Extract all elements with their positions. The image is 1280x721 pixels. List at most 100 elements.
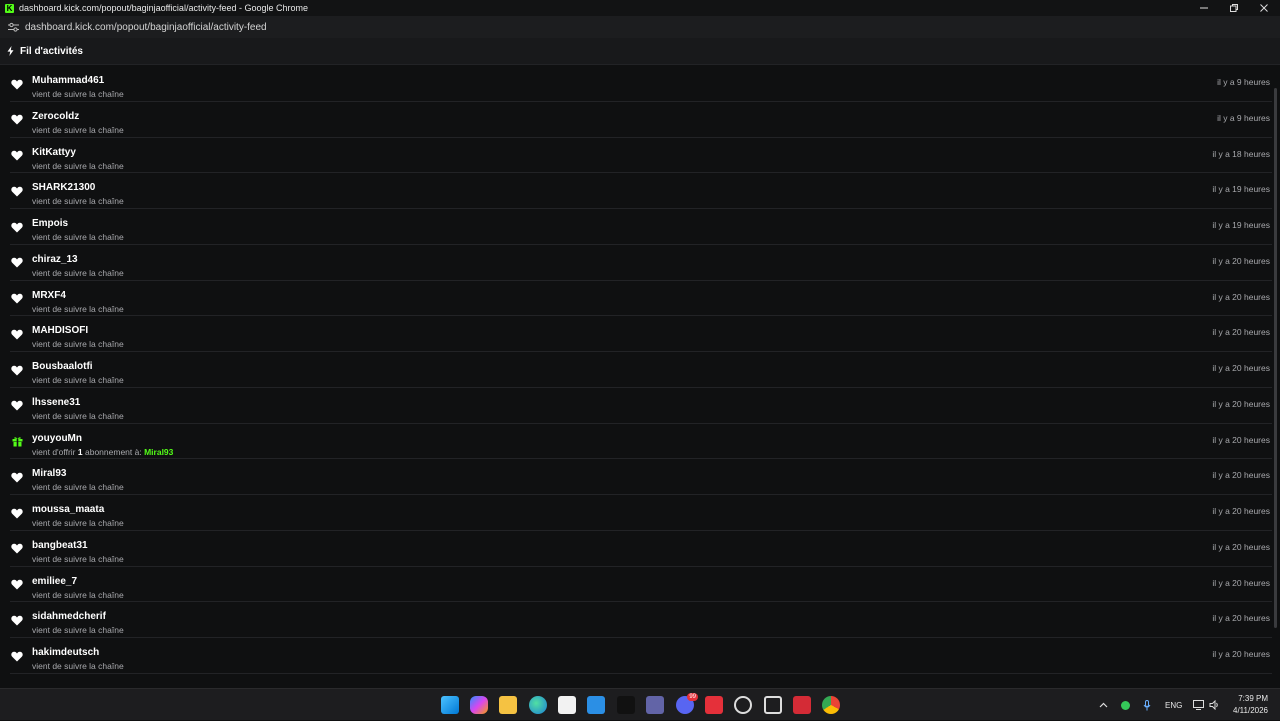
chevron-up-icon	[1099, 702, 1108, 708]
mail-icon[interactable]	[587, 696, 605, 714]
feed-action: vient de suivre la chaîne	[32, 553, 124, 564]
feed-username[interactable]: lhssene31	[32, 397, 80, 408]
feed-username[interactable]: SHARK21300	[32, 182, 95, 193]
heart-icon	[11, 650, 23, 662]
feed-row: sidahmedcherif vient de suivre la chaîne i…	[10, 602, 1272, 638]
feed-username[interactable]: MAHDISOFI	[32, 325, 88, 336]
microphone-icon[interactable]	[1143, 689, 1151, 721]
tiktok-icon[interactable]	[617, 696, 635, 714]
app-box-icon[interactable]	[764, 696, 782, 714]
teams-icon[interactable]	[646, 696, 664, 714]
show-hidden-icons-button[interactable]	[1099, 689, 1108, 721]
clock-date: 4/11/2026	[1233, 706, 1268, 715]
feed-row: chiraz_13 vient de suivre la chaîne il y a…	[10, 245, 1272, 281]
feed-action: vient de suivre la chaîne	[32, 303, 124, 314]
feed-row: Zerocoldz vient de suivre la chaîne il y a…	[10, 102, 1272, 138]
clock-time: 7:39 PM	[1238, 694, 1268, 703]
feed-timestamp: il y a 20 heures	[1212, 506, 1270, 516]
close-icon	[1260, 4, 1268, 12]
feed-username[interactable]: bangbeat31	[32, 540, 88, 551]
browser-title-bar: K dashboard.kick.com/popout/baginjaoffic…	[0, 0, 1280, 16]
volume-icon[interactable]	[1209, 689, 1220, 721]
feed-action: vient de suivre la chaîne	[32, 589, 124, 600]
feed-timestamp: il y a 19 heures	[1212, 220, 1270, 230]
feed-timestamp: il y a 20 heures	[1212, 577, 1270, 588]
feed-scrollbar[interactable]	[1272, 66, 1280, 680]
store-icon[interactable]	[558, 696, 576, 714]
feed-row: Bousbaalotfi vient de suivre la chaîne il …	[10, 352, 1272, 388]
feed-action: vient de suivre la chaîne	[32, 124, 124, 135]
feed-username[interactable]: emiliee_7	[32, 576, 77, 587]
activity-feed-header: Fil d'activités	[0, 38, 1280, 65]
feed-action: vient d'offrir 1 abonnement à: Miral93	[32, 447, 173, 457]
feed-username[interactable]: moussa_maata	[32, 504, 104, 515]
feed-username[interactable]: youyouMn	[32, 433, 82, 444]
feed-action: vient de suivre la chaîne	[32, 410, 124, 421]
feed-timestamp: il y a 20 heures	[1212, 649, 1270, 659]
feed-timestamp: il y a 20 heures	[1212, 363, 1270, 373]
discord-badge: 99	[687, 693, 698, 701]
feed-timestamp: il y a 20 heures	[1212, 613, 1270, 624]
feed-username[interactable]: sidahmedcherif	[32, 611, 106, 622]
gift-recipient[interactable]: Miral93	[144, 447, 173, 457]
feed-row: Muhammad461 vient de suivre la chaîne il y…	[10, 66, 1272, 102]
heart-icon	[11, 185, 23, 197]
minimize-button[interactable]	[1188, 0, 1220, 16]
minimize-icon	[1200, 7, 1208, 9]
site-settings-icon[interactable]	[7, 21, 19, 33]
bolt-icon	[7, 46, 15, 56]
edge-icon[interactable]	[529, 696, 547, 714]
feed-action: vient de suivre la chaîne	[32, 518, 124, 528]
discord-icon[interactable]: 99	[676, 693, 698, 714]
feed-username[interactable]: Zerocoldz	[32, 111, 79, 122]
feed-action: vient de suivre la chaîne	[32, 339, 124, 350]
heart-icon	[11, 150, 23, 162]
address-bar[interactable]: dashboard.kick.com/popout/baginjaofficia…	[0, 16, 1280, 38]
language-indicator[interactable]: ENG	[1165, 689, 1182, 721]
window-title: dashboard.kick.com/popout/baginjaofficia…	[19, 3, 308, 13]
feed-username[interactable]: KitKattyy	[32, 147, 76, 158]
app-red2-icon[interactable]	[793, 696, 811, 714]
restore-button[interactable]	[1218, 0, 1250, 16]
feed-username[interactable]: Muhammad461	[32, 75, 104, 86]
feed-username[interactable]: Empois	[32, 218, 68, 229]
feed-timestamp: il y a 20 heures	[1212, 470, 1270, 481]
feed-row: emiliee_7vient de suivre la chaîne il y a…	[10, 567, 1272, 603]
activity-feed-list[interactable]: Muhammad461 vient de suivre la chaîne il y…	[0, 66, 1272, 680]
scrollbar-thumb[interactable]	[1274, 88, 1277, 628]
feed-username[interactable]: Miral93	[32, 468, 66, 479]
heart-icon	[11, 364, 23, 376]
file-explorer-icon[interactable]	[499, 696, 517, 714]
heart-icon	[11, 543, 23, 555]
feed-action: vient de suivre la chaîne	[32, 375, 124, 385]
feed-row: moussa_maatavient de suivre la chaîne il …	[10, 495, 1272, 531]
feed-action-text: vient d'offrir	[32, 446, 76, 457]
windows-start-icon[interactable]	[441, 696, 459, 714]
feed-action: vient de suivre la chaîne	[32, 482, 124, 493]
feed-row: bangbeat31 vient de suivre la chaîne il y …	[10, 531, 1272, 567]
feed-row: KitKattyy vient de suivre la chaîne il y a…	[10, 138, 1272, 174]
chatgpt-icon[interactable]	[734, 696, 752, 714]
feed-username[interactable]: MRXF4	[32, 290, 66, 301]
network-icon[interactable]	[1193, 689, 1204, 721]
feed-username[interactable]: Bousbaalotfi	[32, 361, 93, 372]
close-button[interactable]	[1248, 0, 1280, 16]
clock[interactable]: 7:39 PM 4/11/2026	[1233, 693, 1268, 717]
feed-username[interactable]: hakimdeutsch	[32, 647, 99, 658]
feed-timestamp: il y a 20 heures	[1212, 255, 1270, 266]
windows-taskbar: ENG 7:39 PM 4/11/2026 99	[0, 688, 1280, 720]
chrome-icon[interactable]	[822, 696, 840, 714]
app-red-icon[interactable]	[705, 696, 723, 714]
feed-username[interactable]: chiraz_13	[32, 254, 78, 265]
heart-icon	[11, 400, 23, 412]
feed-action: vient de suivre la chaîne	[32, 661, 124, 671]
feed-row: MRXF4 vient de suivre la chaîne il y a 20 …	[10, 281, 1272, 317]
copilot-icon[interactable]	[470, 696, 488, 714]
feed-timestamp: il y a 19 heures	[1212, 184, 1270, 195]
gift-icon	[11, 436, 23, 448]
url-text[interactable]: dashboard.kick.com/popout/baginjaofficia…	[25, 22, 267, 33]
status-dot-icon[interactable]	[1121, 689, 1130, 721]
feed-action: vient de suivre la chaîne	[32, 196, 124, 207]
feed-timestamp: il y a 9 heures	[1217, 112, 1270, 123]
feed-action: vient de suivre la chaîne	[32, 89, 124, 99]
